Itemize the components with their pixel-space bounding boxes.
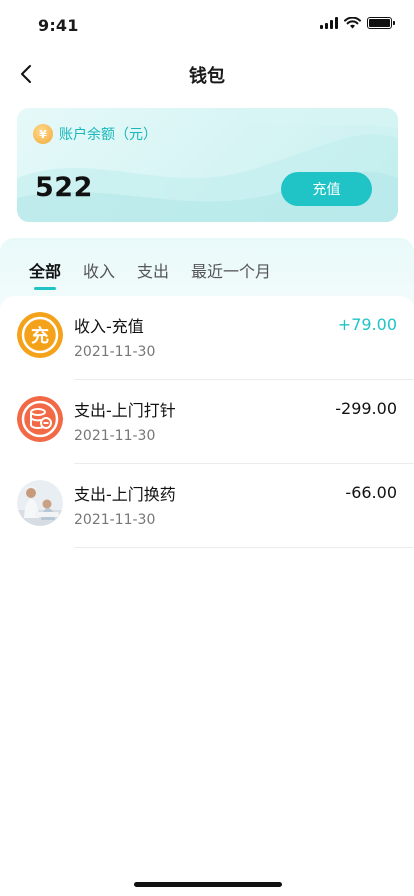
recharge-icon-glyph: 充 bbox=[31, 325, 49, 347]
tab-last-month[interactable]: 最近一个月 bbox=[191, 258, 271, 290]
status-bar: 9:41 bbox=[0, 0, 414, 48]
transaction-title: 支出-上门打针 bbox=[74, 401, 176, 420]
transaction-amount: -299.00 bbox=[335, 399, 397, 418]
transaction-amount: -66.00 bbox=[345, 483, 397, 502]
nurse-photo bbox=[17, 480, 63, 526]
balance-label-row: ¥ 账户余额（元） bbox=[33, 124, 157, 144]
transaction-amount: +79.00 bbox=[337, 315, 397, 334]
cellular-signal-icon bbox=[320, 17, 338, 29]
balance-card: ¥ 账户余额（元） 522 充值 bbox=[17, 108, 398, 222]
tab-income[interactable]: 收入 bbox=[83, 258, 115, 290]
recharge-button[interactable]: 充值 bbox=[281, 172, 372, 206]
transaction-date: 2021-11-30 bbox=[74, 428, 156, 444]
recharge-icon: 充 bbox=[17, 312, 63, 358]
nav-bar: 钱包 bbox=[0, 48, 414, 100]
status-time: 9:41 bbox=[38, 16, 79, 35]
transaction-title: 收入-充值 bbox=[74, 317, 144, 336]
transaction-title: 支出-上门换药 bbox=[74, 485, 176, 504]
wifi-icon bbox=[344, 17, 361, 29]
divider bbox=[74, 547, 414, 548]
transaction-list: 充 收入-充值 2021-11-30 +79.00 支出-上门打针 2021-1… bbox=[0, 296, 414, 896]
home-indicator bbox=[134, 882, 282, 887]
list-item[interactable]: 支出-上门换药 2021-11-30 -66.00 bbox=[0, 464, 414, 548]
list-item[interactable]: 支出-上门打针 2021-11-30 -299.00 bbox=[0, 380, 414, 464]
transaction-date: 2021-11-30 bbox=[74, 344, 156, 360]
tab-all[interactable]: 全部 bbox=[29, 258, 61, 290]
injection-icon bbox=[17, 396, 63, 442]
filter-tabs: 全部 收入 支出 最近一个月 bbox=[29, 258, 271, 290]
coin-icon: ¥ bbox=[33, 124, 53, 144]
balance-label: 账户余额（元） bbox=[59, 127, 157, 143]
page-title: 钱包 bbox=[189, 66, 225, 87]
transaction-date: 2021-11-30 bbox=[74, 512, 156, 528]
tab-expense[interactable]: 支出 bbox=[137, 258, 169, 290]
balance-amount: 522 bbox=[35, 172, 93, 203]
status-icons bbox=[320, 17, 395, 29]
battery-icon bbox=[367, 17, 395, 29]
list-item[interactable]: 充 收入-充值 2021-11-30 +79.00 bbox=[0, 296, 414, 380]
